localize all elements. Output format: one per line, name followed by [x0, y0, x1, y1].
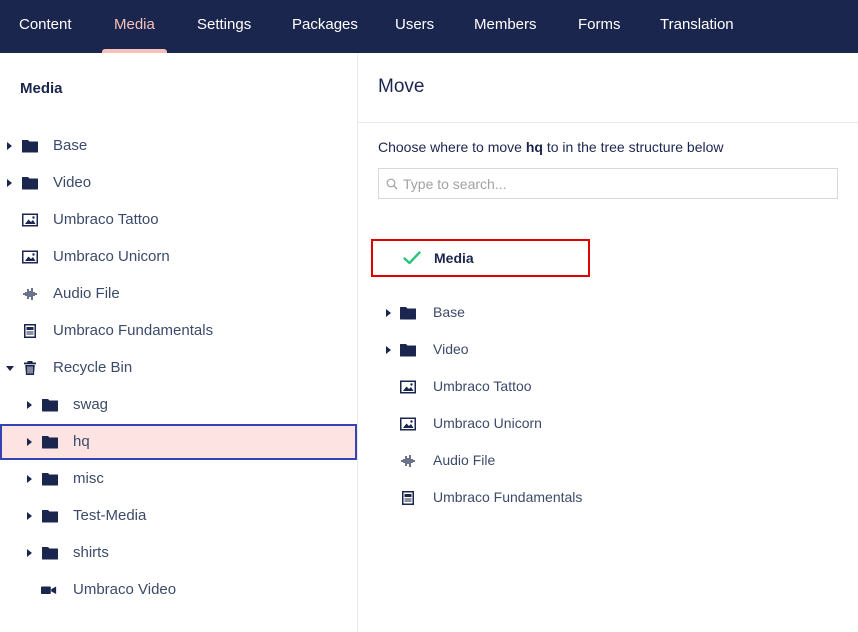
- folder-icon: [42, 399, 58, 412]
- tree-item-video[interactable]: Video: [0, 165, 357, 201]
- tab-users[interactable]: Users: [395, 0, 434, 53]
- tree-item-label: Test-Media: [73, 507, 147, 524]
- instruction-prefix: Choose where to move: [378, 139, 522, 155]
- search-input[interactable]: [403, 169, 833, 198]
- audio-waveform-icon: [401, 455, 415, 467]
- folder-icon: [42, 473, 58, 486]
- image-icon: [22, 213, 38, 227]
- tree-item-label: Audio File: [53, 285, 120, 302]
- audio-waveform-icon: [23, 288, 37, 300]
- move-tree-item-label: Audio File: [433, 452, 496, 468]
- instruction-item-name: hq: [525, 139, 543, 155]
- tree-item-umbraco-fundamentals[interactable]: Umbraco Fundamentals: [0, 313, 357, 349]
- top-navigation: Content Media Settings Packages Users Me…: [0, 0, 858, 53]
- move-tree-item-umbraco-unicorn[interactable]: Umbraco Unicorn: [358, 406, 858, 442]
- tab-translation[interactable]: Translation: [660, 0, 734, 53]
- expand-caret-icon[interactable]: [27, 401, 32, 409]
- trash-icon: [24, 361, 36, 375]
- search-icon: [386, 178, 398, 190]
- image-icon: [400, 380, 416, 394]
- tab-packages[interactable]: Packages: [292, 0, 358, 53]
- move-tree-item-label: Base: [433, 304, 465, 320]
- checkmark-icon: [403, 251, 421, 265]
- tree-root-label: Media: [434, 250, 474, 266]
- folder-icon: [400, 344, 416, 357]
- tree-item-label: Umbraco Video: [73, 581, 177, 598]
- video-camera-icon: [41, 586, 57, 594]
- tree-item-label: Recycle Bin: [53, 359, 133, 376]
- tab-members[interactable]: Members: [474, 0, 537, 53]
- move-tree-item-label: Umbraco Unicorn: [433, 415, 542, 431]
- expand-caret-icon[interactable]: [27, 475, 32, 483]
- document-icon: [24, 324, 36, 338]
- move-tree-item-base[interactable]: Base: [358, 295, 858, 331]
- expand-caret-icon[interactable]: [27, 549, 32, 557]
- expand-caret-icon[interactable]: [27, 512, 32, 520]
- tree-item-label: swag: [73, 396, 109, 413]
- panel-header: Move: [358, 53, 858, 123]
- tree-item-shirts[interactable]: shirts: [0, 535, 357, 571]
- tree-item-label: Base: [53, 137, 88, 154]
- tree-item-umbraco-unicorn[interactable]: Umbraco Unicorn: [0, 239, 357, 275]
- media-tree: Media Base Video Umbraco Tattoo Umbraco …: [0, 53, 358, 632]
- move-tree-item-label: Umbraco Tattoo: [433, 378, 532, 394]
- tree-item-recycle-bin[interactable]: Recycle Bin: [0, 350, 357, 386]
- folder-icon: [42, 547, 58, 560]
- expand-caret-icon[interactable]: [386, 346, 391, 354]
- tab-forms[interactable]: Forms: [578, 0, 621, 53]
- document-icon: [402, 491, 414, 505]
- expand-caret-icon[interactable]: [7, 179, 12, 187]
- tab-content[interactable]: Content: [19, 0, 72, 53]
- panel-title: Move: [378, 76, 425, 97]
- folder-icon: [22, 177, 38, 190]
- collapse-caret-icon[interactable]: [6, 366, 14, 371]
- tree-item-base[interactable]: Base: [0, 128, 357, 164]
- move-instruction: Choose where to move hq to in the tree s…: [378, 139, 724, 155]
- move-panel: Move Choose where to move hq to in the t…: [358, 53, 858, 632]
- tree-item-label: misc: [73, 470, 104, 487]
- tab-settings[interactable]: Settings: [197, 0, 251, 53]
- move-tree-item-umbraco-tattoo[interactable]: Umbraco Tattoo: [358, 369, 858, 405]
- expand-caret-icon[interactable]: [386, 309, 391, 317]
- expand-caret-icon[interactable]: [7, 142, 12, 150]
- tree-item-label: shirts: [73, 544, 109, 561]
- tree-item-hq[interactable]: hq: [0, 424, 357, 460]
- tree-root-media[interactable]: Media: [371, 239, 590, 277]
- search-box[interactable]: [378, 168, 838, 199]
- tree-item-umbraco-video[interactable]: Umbraco Video: [0, 572, 357, 608]
- tree-item-audio-file[interactable]: Audio File: [0, 276, 357, 312]
- tree-item-misc[interactable]: misc: [0, 461, 357, 497]
- image-icon: [400, 417, 416, 431]
- move-tree-item-audio-file[interactable]: Audio File: [358, 443, 858, 479]
- tree-item-label: Video: [53, 174, 92, 191]
- tab-media[interactable]: Media: [102, 0, 167, 53]
- move-tree-item-video[interactable]: Video: [358, 332, 858, 368]
- folder-icon: [400, 307, 416, 320]
- folder-icon: [42, 510, 58, 523]
- tree-item-umbraco-tattoo[interactable]: Umbraco Tattoo: [0, 202, 357, 238]
- folder-icon: [42, 436, 58, 449]
- expand-caret-icon[interactable]: [27, 438, 32, 446]
- tree-title: Media: [20, 80, 63, 97]
- instruction-suffix: to in the tree structure below: [546, 139, 724, 155]
- tree-item-label: Umbraco Unicorn: [53, 248, 170, 265]
- image-icon: [22, 250, 38, 264]
- move-tree-item-label: Umbraco Fundamentals: [433, 489, 583, 505]
- tree-item-label: Umbraco Tattoo: [53, 211, 159, 228]
- move-tree-item-label: Video: [433, 341, 469, 357]
- folder-icon: [22, 140, 38, 153]
- tree-item-label: hq: [73, 433, 90, 450]
- tree-item-label: Umbraco Fundamentals: [53, 322, 214, 339]
- tree-item-test-media[interactable]: Test-Media: [0, 498, 357, 534]
- move-tree-item-umbraco-fundamentals[interactable]: Umbraco Fundamentals: [358, 480, 858, 516]
- tree-item-swag[interactable]: swag: [0, 387, 357, 423]
